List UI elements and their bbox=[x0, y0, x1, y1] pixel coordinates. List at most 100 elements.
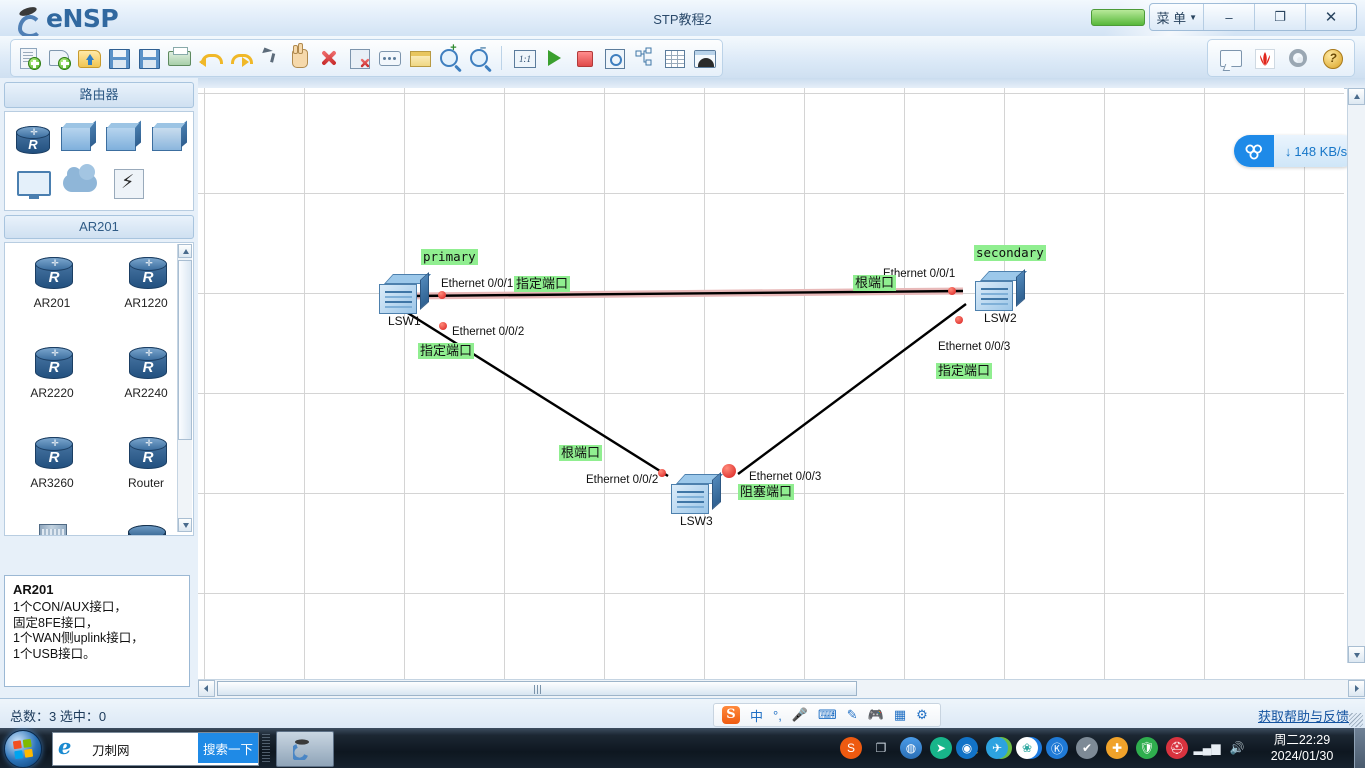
taskbar-clock[interactable]: 周二22:29 2024/01/30 bbox=[1256, 732, 1348, 764]
cloud-app-icon[interactable]: ❀ bbox=[1016, 737, 1038, 759]
minimize-button[interactable]: – bbox=[1204, 4, 1255, 30]
canvas-horizontal-scrollbar[interactable] bbox=[198, 679, 1365, 698]
weixin-icon[interactable]: ✈ bbox=[986, 737, 1008, 759]
canvas-scroll-down-button[interactable] bbox=[1348, 646, 1365, 663]
shield-icon[interactable]: 🛡 bbox=[1136, 737, 1158, 759]
stop-device-icon[interactable] bbox=[571, 45, 597, 71]
delete-icon[interactable] bbox=[316, 45, 342, 71]
topology-tree-icon[interactable] bbox=[631, 45, 657, 71]
switch-device-lsw3[interactable] bbox=[670, 471, 724, 516]
help-feedback-link[interactable]: 获取帮助与反馈 bbox=[1258, 706, 1349, 725]
pan-hand-icon[interactable] bbox=[286, 43, 312, 71]
start-button[interactable] bbox=[4, 730, 42, 768]
save-icon[interactable] bbox=[106, 45, 132, 71]
ime-punctuation-icon[interactable]: °, bbox=[773, 708, 782, 723]
help-icon[interactable]: ? bbox=[1319, 45, 1345, 71]
endpoint-pc-icon[interactable] bbox=[13, 164, 51, 202]
zoom-in-icon[interactable]: + bbox=[436, 42, 462, 71]
comment-icon[interactable] bbox=[376, 45, 402, 71]
sogou-logo-icon[interactable]: S bbox=[722, 706, 740, 724]
scroll-down-button[interactable] bbox=[178, 518, 192, 532]
device-item-ar3260[interactable]: ✛ R AR3260 bbox=[5, 429, 99, 519]
menu-button[interactable]: 菜 单 ▼ bbox=[1150, 4, 1204, 30]
feedback-icon[interactable] bbox=[1217, 45, 1243, 71]
mic-icon[interactable]: 🎤 bbox=[792, 707, 808, 723]
taskbar-item-ensp[interactable] bbox=[276, 731, 334, 767]
remove-link-icon[interactable] bbox=[346, 45, 372, 71]
zoom-out-icon[interactable]: – bbox=[466, 42, 492, 71]
network-signal-icon[interactable]: ▂▄▆ bbox=[1194, 737, 1221, 759]
redo-icon[interactable] bbox=[226, 45, 253, 71]
start-device-icon[interactable] bbox=[541, 45, 567, 71]
actual-size-icon[interactable]: 1:1 bbox=[511, 45, 537, 71]
switch-device-lsw2[interactable] bbox=[974, 268, 1028, 313]
kingsoft-icon[interactable]: Ⓚ bbox=[1046, 737, 1068, 759]
port-indicator-blocked[interactable] bbox=[722, 464, 736, 478]
device-list[interactable]: ✛ R AR201 ✛ R AR1220 ✛ R AR2220 ✛ R AR2240 ✛… bbox=[4, 242, 194, 536]
port-indicator[interactable] bbox=[955, 316, 963, 324]
driver-update-icon[interactable]: ✔ bbox=[1076, 737, 1098, 759]
ie-search-bar[interactable]: 刀刺网 搜索一下 bbox=[52, 732, 259, 766]
save-as-icon[interactable] bbox=[136, 45, 162, 71]
topology-canvas[interactable]: LSW1 primary Ethernet 0/0/1 指定端口 Etherne… bbox=[198, 88, 1344, 680]
canvas-scroll-up-button[interactable] bbox=[1348, 88, 1365, 105]
open-folder-icon[interactable] bbox=[76, 45, 102, 71]
port-indicator[interactable] bbox=[439, 322, 447, 330]
undo-icon[interactable] bbox=[196, 45, 223, 71]
ime-settings-icon[interactable]: ⚙ bbox=[916, 707, 928, 723]
volume-icon[interactable]: 🔊 bbox=[1226, 737, 1248, 759]
sogou-tray-icon[interactable]: S bbox=[840, 737, 862, 759]
security-guard-icon[interactable]: ✚ bbox=[1106, 737, 1128, 759]
show-hidden-icons-icon[interactable]: ❐ bbox=[870, 737, 892, 759]
show-desktop-button[interactable] bbox=[1354, 728, 1365, 768]
capture-packet-icon[interactable] bbox=[601, 45, 627, 71]
wireless-ap-icon[interactable] bbox=[104, 120, 140, 158]
ime-toolbar[interactable]: S 中 °, 🎤 ⌨ ✎ 🎮 ▦ ⚙ bbox=[713, 703, 941, 727]
apps-icon[interactable]: ▦ bbox=[894, 707, 906, 723]
huawei-logo-icon[interactable] bbox=[1251, 45, 1277, 71]
firewall-icon[interactable] bbox=[150, 120, 186, 158]
ie-browser-icon bbox=[58, 734, 80, 760]
device-item-ne40e[interactable]: NE40E bbox=[5, 519, 99, 535]
port-indicator[interactable] bbox=[658, 469, 666, 477]
new-topology-icon[interactable] bbox=[16, 45, 42, 71]
browser-tray-icon[interactable]: ◍ bbox=[900, 737, 922, 759]
grid-icon[interactable] bbox=[661, 45, 687, 71]
new-from-template-icon[interactable] bbox=[46, 45, 72, 71]
device-item-ar201[interactable]: ✛ R AR201 bbox=[5, 249, 99, 339]
restore-button[interactable]: ❐ bbox=[1255, 4, 1306, 30]
select-pointer-icon[interactable] bbox=[256, 45, 282, 71]
search-button[interactable]: 搜索一下 bbox=[198, 733, 258, 763]
ime-mode-label[interactable]: 中 bbox=[750, 706, 763, 725]
port-indicator[interactable] bbox=[438, 291, 446, 299]
switch-device-lsw1[interactable] bbox=[378, 271, 432, 316]
network-speed-widget[interactable]: ↓ 148 KB/s bbox=[1234, 135, 1358, 167]
scroll-up-button[interactable] bbox=[178, 244, 192, 258]
canvas-vertical-scrollbar[interactable] bbox=[1347, 88, 1365, 663]
antivirus-icon[interactable]: ⛑ bbox=[1166, 737, 1188, 759]
switch-icon[interactable] bbox=[59, 120, 95, 158]
send-tray-icon[interactable]: ➤ bbox=[930, 737, 952, 759]
settings-gear-icon[interactable] bbox=[1285, 45, 1311, 71]
device-other-icon[interactable] bbox=[109, 164, 147, 202]
paint-icon[interactable]: ✎ bbox=[847, 707, 858, 723]
cloud-icon[interactable] bbox=[61, 164, 99, 202]
canvas-scroll-right-button[interactable] bbox=[1348, 680, 1365, 697]
tag-root-port: 根端口 bbox=[559, 445, 603, 461]
browser-chrome-icon[interactable]: ◉ bbox=[956, 737, 978, 759]
device-item-ar2220[interactable]: ✛ R AR2220 bbox=[5, 339, 99, 429]
router-icon[interactable]: ✛ R bbox=[13, 120, 50, 158]
console-window-icon[interactable] bbox=[691, 45, 717, 71]
close-button[interactable]: ✕ bbox=[1306, 4, 1356, 30]
game-icon[interactable]: 🎮 bbox=[868, 707, 884, 723]
scrollbar-thumb[interactable] bbox=[178, 260, 192, 440]
resize-grip[interactable] bbox=[1349, 713, 1363, 727]
taskbar-drag-handle[interactable] bbox=[262, 734, 270, 762]
port-indicator[interactable] bbox=[948, 287, 956, 295]
print-icon[interactable] bbox=[166, 45, 192, 71]
canvas-hscroll-thumb[interactable] bbox=[217, 681, 857, 696]
canvas-scroll-left-button[interactable] bbox=[198, 680, 215, 697]
device-list-scrollbar[interactable] bbox=[177, 244, 192, 532]
note-icon[interactable] bbox=[406, 45, 432, 71]
keyboard-icon[interactable]: ⌨ bbox=[818, 707, 837, 723]
